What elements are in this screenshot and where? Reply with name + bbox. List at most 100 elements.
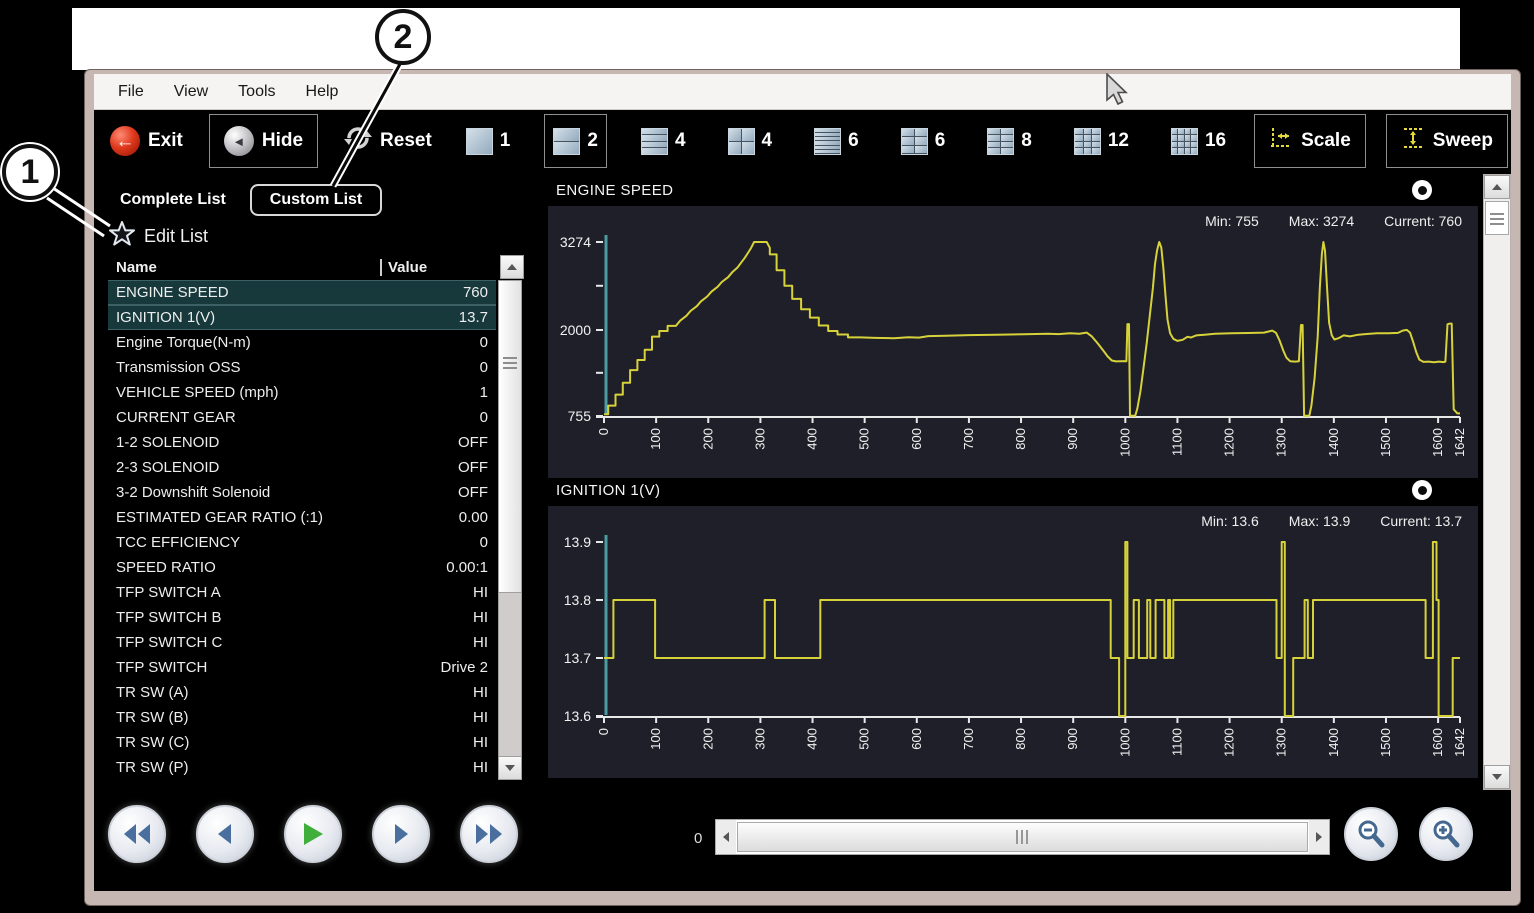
svg-text:400: 400: [805, 728, 820, 750]
svg-text:500: 500: [857, 428, 872, 450]
step-forward-button[interactable]: [372, 805, 430, 863]
parameter-row[interactable]: Engine Torque(N-m)0: [108, 330, 496, 355]
svg-text:1400: 1400: [1326, 428, 1341, 457]
mouse-cursor: [1105, 73, 1131, 109]
parameter-row[interactable]: TR SW (A)HI: [108, 680, 496, 705]
parameter-row[interactable]: 3-2 Downshift SolenoidOFF: [108, 480, 496, 505]
edit-list-button[interactable]: Edit List: [108, 218, 524, 254]
svg-text:300: 300: [752, 428, 767, 450]
skip-to-start-button[interactable]: [108, 805, 166, 863]
timeline-scrollbar-thumb[interactable]: [737, 822, 1308, 852]
exit-button[interactable]: ← Exit: [104, 114, 189, 168]
list-scrollbar-thumb[interactable]: [499, 281, 521, 593]
graph-scrollbar[interactable]: [1483, 174, 1511, 790]
graph-title-row: IGNITION 1(V): [548, 478, 1478, 506]
parameter-row[interactable]: TFP SWITCH AHI: [108, 580, 496, 605]
tab-custom-list[interactable]: Custom List: [250, 184, 382, 216]
parameter-name: 3-2 Downshift Solenoid: [116, 484, 458, 501]
svg-text:13.8: 13.8: [564, 592, 591, 608]
parameter-name: TFP SWITCH B: [116, 609, 473, 626]
layout-8-button[interactable]: 8: [979, 114, 1040, 168]
layout-button-label: 8: [1021, 130, 1032, 152]
play-button[interactable]: [284, 805, 342, 863]
record-icon[interactable]: [1412, 180, 1432, 200]
parameter-row[interactable]: Transmission OSS0: [108, 355, 496, 380]
stat-min: Min: 755: [1205, 213, 1259, 229]
svg-text:900: 900: [1065, 428, 1080, 450]
layout-12-button[interactable]: 12: [1066, 114, 1137, 168]
timeline-scrollbar[interactable]: [715, 819, 1330, 855]
layout-button-label: 6: [848, 130, 859, 152]
sweep-button[interactable]: Sweep: [1386, 114, 1508, 168]
parameter-row[interactable]: CURRENT GEAR0: [108, 405, 496, 430]
reset-button[interactable]: Reset: [338, 114, 438, 168]
parameter-row[interactable]: TCC EFFICIENCY0: [108, 530, 496, 555]
parameter-row[interactable]: TFP SWITCH CHI: [108, 630, 496, 655]
parameter-row[interactable]: IGNITION 1(V)13.7: [108, 305, 496, 330]
parameter-row[interactable]: ENGINE SPEED760: [108, 280, 496, 305]
graph-scroll-up-button[interactable]: [1484, 175, 1510, 199]
layout-16-button[interactable]: 16: [1163, 114, 1234, 168]
svg-text:13.6: 13.6: [564, 708, 591, 724]
callout-1: 1: [2, 144, 58, 200]
layout-2-button[interactable]: 2: [544, 114, 607, 168]
zoom-in-button[interactable]: [1419, 807, 1473, 861]
graph-title-engine-speed: ENGINE SPEED: [556, 182, 673, 199]
zoom-out-button[interactable]: [1344, 807, 1398, 861]
parameter-row[interactable]: ESTIMATED GEAR RATIO (:1)0.00: [108, 505, 496, 530]
parameter-name: SPEED RATIO: [116, 559, 446, 576]
parameter-row[interactable]: TR SW (P)HI: [108, 755, 496, 780]
grid-2x2-icon: [728, 128, 755, 155]
parameter-name: TFP SWITCH: [116, 659, 440, 676]
layout-6-button[interactable]: 6: [806, 114, 867, 168]
timeline-scroll-right-button[interactable]: [1309, 820, 1329, 854]
parameter-row[interactable]: VEHICLE SPEED (mph)1: [108, 380, 496, 405]
step-back-button[interactable]: [196, 805, 254, 863]
layout-6-button[interactable]: 6: [893, 114, 954, 168]
parameter-value: HI: [473, 709, 488, 726]
layout-button-label: 16: [1205, 130, 1226, 152]
grid-6x1-icon: [814, 128, 841, 155]
hide-button[interactable]: ◄ Hide: [209, 114, 318, 168]
graph-stats: Min: 13.6 Max: 13.9 Current: 13.7: [1201, 513, 1462, 529]
scale-icon: [1269, 126, 1293, 156]
ignition-graph-panel: Min: 13.6 Max: 13.9 Current: 13.7 010020…: [548, 506, 1478, 778]
svg-text:1500: 1500: [1378, 428, 1393, 457]
skip-to-end-button[interactable]: [460, 805, 518, 863]
layout-1-button[interactable]: 1: [458, 114, 519, 168]
graph-scroll-down-button[interactable]: [1484, 765, 1510, 789]
parameter-row[interactable]: TR SW (B)HI: [108, 705, 496, 730]
layout-4-button[interactable]: 4: [633, 114, 694, 168]
column-header-name: Name: [108, 259, 380, 276]
screenshot-stage: 1 2 File View Tools Help ← Exit ◄ Hide: [0, 0, 1534, 913]
parameter-row[interactable]: TFP SWITCH BHI: [108, 605, 496, 630]
menu-file[interactable]: File: [118, 83, 144, 101]
list-scroll-down-button[interactable]: [498, 756, 522, 780]
parameter-name: TFP SWITCH A: [116, 584, 473, 601]
svg-text:0: 0: [596, 428, 611, 435]
parameter-value: OFF: [458, 459, 488, 476]
layout-4-button[interactable]: 4: [720, 114, 781, 168]
menu-view[interactable]: View: [174, 83, 208, 101]
step-back-icon: [215, 822, 235, 846]
list-scroll-up-button[interactable]: [500, 255, 524, 279]
list-scrollbar[interactable]: [498, 280, 522, 780]
record-icon[interactable]: [1412, 480, 1432, 500]
parameter-value: 0: [480, 409, 488, 426]
parameter-row[interactable]: 2-3 SOLENOIDOFF: [108, 455, 496, 480]
graph-scrollbar-thumb[interactable]: [1485, 201, 1509, 235]
parameter-row[interactable]: SPEED RATIO0.00:1: [108, 555, 496, 580]
menu-tools[interactable]: Tools: [238, 83, 275, 101]
parameter-row[interactable]: TR SW (C)HI: [108, 730, 496, 755]
svg-text:755: 755: [568, 408, 592, 424]
parameter-row[interactable]: 1-2 SOLENOIDOFF: [108, 430, 496, 455]
scale-button[interactable]: Scale: [1254, 114, 1366, 168]
timeline-scroll-left-button[interactable]: [716, 820, 736, 854]
tab-complete-list[interactable]: Complete List: [120, 191, 226, 209]
parameter-name: ESTIMATED GEAR RATIO (:1): [116, 509, 459, 526]
grid-1x1-icon: [466, 128, 493, 155]
parameter-row[interactable]: TFP SWITCHDrive 2: [108, 655, 496, 680]
toolbar: ← Exit ◄ Hide Reset 12446681216: [94, 110, 1511, 172]
menu-help[interactable]: Help: [306, 83, 339, 101]
graph-title-ignition: IGNITION 1(V): [556, 482, 660, 499]
